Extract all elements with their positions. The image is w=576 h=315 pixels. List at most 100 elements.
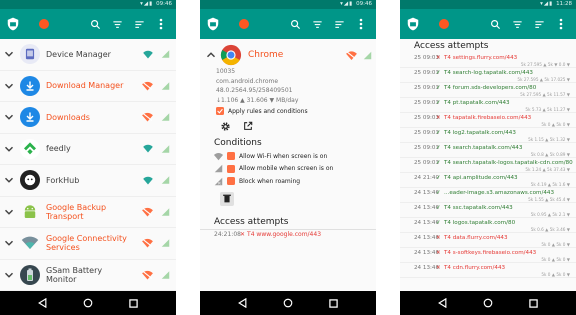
- app-row-google-backup-transport[interactable]: Google Backup Transport: [0, 197, 176, 228]
- search-icon[interactable]: [484, 13, 506, 35]
- allowed-mark: ✓: [436, 205, 441, 211]
- status-icons: ▾◢▮: [140, 1, 154, 7]
- app-name: ForkHub: [46, 175, 80, 185]
- app-row-forkhub[interactable]: ForkHub: [0, 165, 176, 197]
- wifi-allowed-icon[interactable]: [143, 176, 153, 185]
- wifi-blocked-icon[interactable]: [346, 50, 357, 60]
- overflow-menu-icon[interactable]: [150, 13, 172, 35]
- open-external-icon[interactable]: [243, 121, 253, 131]
- app-row-downloads[interactable]: Downloads: [0, 102, 176, 134]
- attempt-line: 24 13:46 ✕ T4 data.flurry.com/443: [414, 233, 576, 242]
- search-icon[interactable]: [84, 13, 106, 35]
- mobile-allowed-icon[interactable]: [161, 144, 170, 153]
- condition-label: Allow Wi-Fi when screen is on: [239, 152, 328, 160]
- recents-icon[interactable]: [329, 298, 338, 308]
- chevron-down-icon[interactable]: [2, 47, 16, 61]
- app-package: com.android.chrome: [216, 77, 279, 85]
- chevron-down-icon[interactable]: [2, 110, 16, 124]
- recents-icon[interactable]: [529, 298, 538, 308]
- condition-wifi-screen-on[interactable]: Allow Wi-Fi when screen is on: [200, 150, 376, 163]
- back-icon[interactable]: [38, 298, 47, 308]
- mobile-allowed-icon[interactable]: [161, 81, 170, 90]
- access-attempt-row[interactable]: 24 13:46 ✓ T4 ssc.tapatalk.com/443 5k 0.95 …: [400, 203, 576, 218]
- apply-rules-checkbox[interactable]: Apply rules and conditions: [200, 105, 376, 117]
- filter-icon[interactable]: [106, 13, 128, 35]
- wifi-blocked-icon[interactable]: [142, 239, 153, 248]
- access-attempt-row[interactable]: 25 09:03 ✕ T4 settings.flurry.com/443 5k 27…: [400, 53, 576, 68]
- access-attempt-row[interactable]: 24 13:46 ✕ T4 data.flurry.com/443 5k 0 ▲ 5k…: [400, 233, 576, 248]
- condition-block-roaming[interactable]: R Block when roaming: [200, 175, 376, 188]
- mobile-allowed-icon[interactable]: [161, 176, 170, 185]
- home-icon[interactable]: [83, 298, 93, 308]
- app-row-google-connectivity-services[interactable]: Google Connectivity Services: [0, 228, 176, 260]
- access-attempt-row[interactable]: 25 09:03 ✓ T4 forum.sds-developers.com/80 5…: [400, 83, 576, 98]
- chevron-up-icon[interactable]: [204, 48, 218, 62]
- access-attempt-row[interactable]: 25 09:03 ✓ T4 pt.tapatalk.com/443 5k 5.73 ▲…: [400, 98, 576, 113]
- sort-icon[interactable]: [128, 13, 150, 35]
- access-attempt-row[interactable]: 24 13:46 ✓ T4 logos.tapatalk.com/80 5k 0.6 …: [400, 218, 576, 233]
- attempt-host: T4 data.flurry.com/443: [444, 235, 508, 241]
- mobile-allowed-icon[interactable]: [161, 270, 170, 279]
- wifi-blocked-icon[interactable]: [142, 270, 153, 280]
- mobile-allowed-icon[interactable]: [161, 207, 170, 216]
- back-icon[interactable]: [438, 298, 447, 308]
- overflow-menu-icon[interactable]: [350, 13, 372, 35]
- app-row-gsam-battery-monitor[interactable]: GSam Battery Monitor: [0, 260, 176, 291]
- access-attempt-row[interactable]: 24 13:46 ✕ T4 cdn.flurry.com/443 5k 0 ▲ 5k …: [400, 263, 576, 278]
- access-attempt-row[interactable]: 24 13:46 ✓ ...eader-image.s3.amazonaws.com…: [400, 188, 576, 203]
- battery-icon: [20, 264, 40, 285]
- chevron-down-icon[interactable]: [2, 79, 16, 93]
- app-row-feedly[interactable]: feedly: [0, 134, 176, 165]
- settings-gear-icon[interactable]: [220, 121, 231, 132]
- access-attempt-row[interactable]: 25 09:03 ✓ T4 search.tapatalk-logos.tapata…: [400, 158, 576, 173]
- chevron-down-icon[interactable]: [2, 173, 16, 187]
- wifi-allowed-icon[interactable]: [143, 50, 153, 59]
- chevron-down-icon[interactable]: [2, 236, 16, 250]
- access-attempt-row[interactable]: 25 09:03 ✓ T4 search-log.tapatalk.com/443 5…: [400, 68, 576, 83]
- recents-icon[interactable]: [129, 298, 138, 308]
- home-icon[interactable]: [483, 298, 493, 308]
- checkbox-checked-icon[interactable]: [227, 152, 235, 161]
- wifi-allowed-icon[interactable]: [143, 145, 153, 153]
- search-icon[interactable]: [284, 13, 306, 35]
- mobile-allowed-icon[interactable]: [161, 113, 170, 122]
- chevron-down-icon[interactable]: [2, 205, 16, 219]
- access-attempt-row[interactable]: 24:21:08 ✕ T4 www.google.com/443: [200, 228, 376, 239]
- sort-icon[interactable]: [528, 13, 550, 35]
- mobile-allowed-icon[interactable]: [161, 50, 170, 59]
- filter-icon[interactable]: [306, 13, 328, 35]
- delete-icon[interactable]: [220, 191, 234, 206]
- status-record-icon[interactable]: [439, 19, 449, 29]
- mobile-allowed-icon[interactable]: [161, 239, 170, 248]
- app-row-download-manager[interactable]: Download Manager: [0, 71, 176, 102]
- sort-icon[interactable]: [328, 13, 350, 35]
- access-attempt-row[interactable]: 25 09:03 ✓ T4 log2.tapatalk.com/443 5k 1.15…: [400, 128, 576, 143]
- attempt-traffic: 5k 0.6 ▲ 5k 3.46 ▼: [530, 227, 570, 232]
- chevron-down-icon[interactable]: [2, 268, 16, 282]
- checkbox-checked-icon[interactable]: [227, 164, 235, 173]
- access-attempt-row[interactable]: 24 21:40 ✓ T4 api.amplitude.com/443 5k 4.19…: [400, 173, 576, 188]
- checkbox-checked-icon[interactable]: [216, 107, 224, 115]
- wifi-blocked-icon[interactable]: [142, 207, 153, 217]
- chevron-down-icon[interactable]: [2, 142, 16, 156]
- app-row-device-manager[interactable]: Device Manager: [0, 39, 176, 71]
- overflow-menu-icon[interactable]: [550, 13, 572, 35]
- wifi-blocked-icon[interactable]: [142, 81, 153, 91]
- back-icon[interactable]: [238, 298, 247, 308]
- home-icon[interactable]: [283, 298, 293, 308]
- access-attempt-row[interactable]: 25 09:03 ✕ T4 tapatalk.firebaseio.com/443 5…: [400, 113, 576, 128]
- mobile-allowed-icon[interactable]: [363, 51, 372, 60]
- app-header-row[interactable]: Chrome: [200, 39, 376, 67]
- wifi-blocked-icon[interactable]: [142, 113, 153, 122]
- access-attempt-row[interactable]: 25 09:03 ✓ T4 search.tapatalk.com/443 5k 0.…: [400, 143, 576, 158]
- attempt-host: T4 www.google.com/443: [247, 230, 322, 238]
- status-record-icon[interactable]: [239, 19, 249, 29]
- access-attempt-row[interactable]: 24 13:46 ✕ T4 s-softkeys.firebaseio.com/44…: [400, 248, 576, 263]
- status-record-icon[interactable]: [39, 19, 49, 29]
- app-info: 10035 com.android.chrome 48.0.2564.95/25…: [200, 67, 376, 105]
- app-bar: [0, 9, 176, 39]
- filter-icon[interactable]: [506, 13, 528, 35]
- checkbox-checked-icon[interactable]: [227, 177, 235, 186]
- condition-mobile-screen-on[interactable]: Allow mobile when screen is on: [200, 163, 376, 176]
- phone-access-attempts: ▾◢▮ 11:28 Access attempts 25 09:03 ✕ T4 set…: [400, 0, 576, 315]
